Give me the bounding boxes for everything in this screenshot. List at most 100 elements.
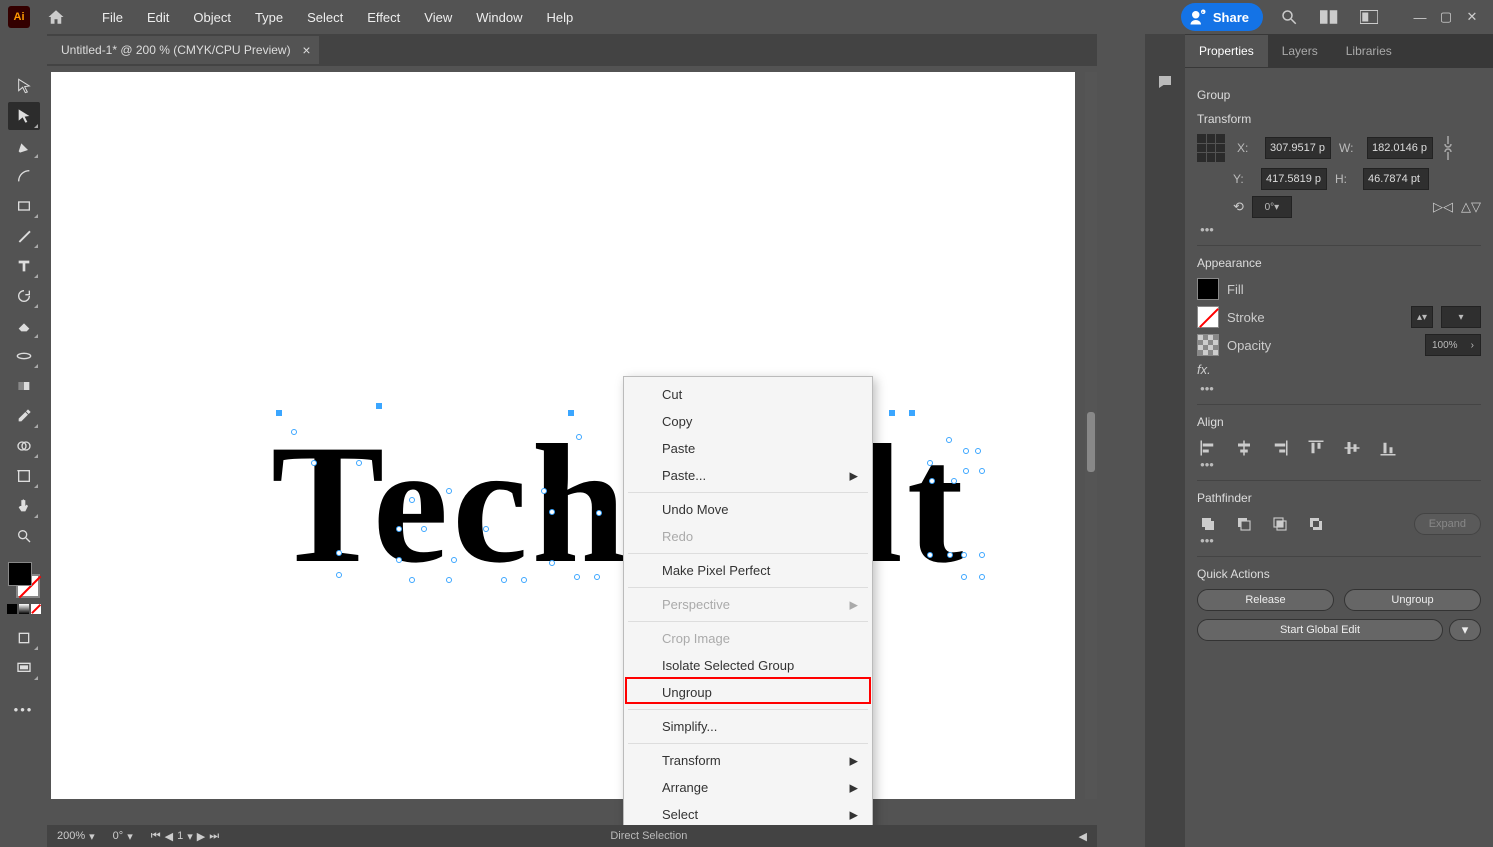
stroke-swatch[interactable] bbox=[1197, 306, 1219, 328]
type-tool[interactable] bbox=[8, 252, 40, 280]
opacity-swatch[interactable] bbox=[1197, 334, 1219, 356]
anchor-point[interactable] bbox=[979, 574, 985, 580]
context-menu-item[interactable]: Select▶ bbox=[624, 801, 872, 828]
pen-tool[interactable] bbox=[8, 132, 40, 160]
hand-tool[interactable] bbox=[8, 492, 40, 520]
rotate-tool[interactable] bbox=[8, 282, 40, 310]
direct-selection-tool[interactable] bbox=[8, 102, 40, 130]
anchor-point[interactable] bbox=[929, 478, 935, 484]
menu-select[interactable]: Select bbox=[295, 2, 355, 33]
pathfinder-intersect-icon[interactable] bbox=[1269, 513, 1291, 535]
flip-vertical-icon[interactable]: △▽ bbox=[1461, 199, 1481, 215]
window-close[interactable]: ✕ bbox=[1459, 7, 1485, 27]
stroke-weight-dropdown[interactable]: ▾ bbox=[1441, 306, 1481, 328]
fill-swatch[interactable] bbox=[8, 562, 32, 586]
anchor-point[interactable] bbox=[396, 557, 402, 563]
anchor-point[interactable] bbox=[549, 509, 555, 515]
context-menu-item[interactable]: Simplify... bbox=[624, 713, 872, 740]
y-input[interactable] bbox=[1261, 168, 1327, 190]
search-icon[interactable] bbox=[1275, 3, 1303, 31]
menu-window[interactable]: Window bbox=[464, 2, 534, 33]
menu-edit[interactable]: Edit bbox=[135, 2, 181, 33]
anchor-point[interactable] bbox=[409, 497, 415, 503]
menu-file[interactable]: File bbox=[90, 2, 135, 33]
anchor-point[interactable] bbox=[483, 526, 489, 532]
context-menu-item[interactable]: Make Pixel Perfect bbox=[624, 557, 872, 584]
anchor-point[interactable] bbox=[909, 410, 915, 416]
context-menu-item[interactable]: Copy bbox=[624, 408, 872, 435]
anchor-point[interactable] bbox=[596, 510, 602, 516]
anchor-point[interactable] bbox=[979, 552, 985, 558]
release-button[interactable]: Release bbox=[1197, 589, 1334, 611]
anchor-point[interactable] bbox=[421, 526, 427, 532]
fill-stroke-swatches[interactable] bbox=[8, 562, 40, 598]
anchor-point[interactable] bbox=[376, 403, 382, 409]
rotate-value[interactable]: 0° bbox=[113, 830, 124, 842]
color-mode-none[interactable] bbox=[31, 604, 41, 614]
tab-layers[interactable]: Layers bbox=[1268, 35, 1332, 67]
align-bottom-icon[interactable] bbox=[1377, 437, 1399, 459]
anchor-point[interactable] bbox=[594, 574, 600, 580]
first-artboard-icon[interactable]: ⏮ bbox=[151, 830, 161, 843]
pathfinder-exclude-icon[interactable] bbox=[1305, 513, 1327, 535]
anchor-point[interactable] bbox=[568, 410, 574, 416]
ungroup-button[interactable]: Ungroup bbox=[1344, 589, 1481, 611]
anchor-point[interactable] bbox=[961, 552, 967, 558]
anchor-point[interactable] bbox=[446, 577, 452, 583]
share-button[interactable]: + Share bbox=[1181, 3, 1263, 31]
anchor-point[interactable] bbox=[946, 437, 952, 443]
arrange-documents-icon[interactable] bbox=[1315, 3, 1343, 31]
fx-label[interactable]: fx. bbox=[1197, 362, 1211, 377]
close-tab-icon[interactable]: × bbox=[302, 42, 310, 58]
fill-swatch[interactable] bbox=[1197, 278, 1219, 300]
stroke-weight-stepper[interactable]: ▴▾ bbox=[1411, 306, 1433, 328]
align-right-icon[interactable] bbox=[1269, 437, 1291, 459]
status-scroll-left[interactable]: ◀ bbox=[1079, 830, 1087, 843]
vertical-scrollbar[interactable] bbox=[1085, 72, 1097, 799]
window-maximize[interactable]: ▢ bbox=[1433, 7, 1459, 27]
gradient-tool[interactable] bbox=[8, 372, 40, 400]
anchor-point[interactable] bbox=[291, 429, 297, 435]
tab-libraries[interactable]: Libraries bbox=[1332, 35, 1406, 67]
align-top-icon[interactable] bbox=[1305, 437, 1327, 459]
anchor-point[interactable] bbox=[501, 577, 507, 583]
x-input[interactable] bbox=[1265, 137, 1331, 159]
align-center-h-icon[interactable] bbox=[1233, 437, 1255, 459]
context-menu-item[interactable]: Paste bbox=[624, 435, 872, 462]
anchor-point[interactable] bbox=[276, 410, 282, 416]
shape-builder-tool[interactable] bbox=[8, 432, 40, 460]
context-menu-item[interactable]: Ungroup bbox=[624, 679, 872, 706]
selection-tool[interactable] bbox=[8, 72, 40, 100]
artboard[interactable]: TechCult bbox=[51, 72, 1075, 799]
menu-help[interactable]: Help bbox=[534, 2, 585, 33]
edit-toolbar[interactable]: ••• bbox=[14, 702, 34, 717]
tab-properties[interactable]: Properties bbox=[1185, 35, 1268, 67]
appearance-more-icon[interactable]: ••• bbox=[1197, 381, 1217, 396]
anchor-point[interactable] bbox=[975, 448, 981, 454]
anchor-point[interactable] bbox=[521, 577, 527, 583]
home-icon[interactable] bbox=[42, 3, 70, 31]
color-mode-solid[interactable] bbox=[7, 604, 17, 614]
pathfinder-more-icon[interactable]: ••• bbox=[1197, 533, 1217, 548]
align-center-v-icon[interactable] bbox=[1341, 437, 1363, 459]
pathfinder-unite-icon[interactable] bbox=[1197, 513, 1219, 535]
scrollbar-thumb[interactable] bbox=[1087, 412, 1095, 472]
last-artboard-icon[interactable]: ⏭ bbox=[209, 830, 219, 843]
eyedropper-tool[interactable] bbox=[8, 402, 40, 430]
next-artboard-icon[interactable]: ▶ bbox=[197, 830, 205, 843]
anchor-point[interactable] bbox=[549, 560, 555, 566]
anchor-point[interactable] bbox=[979, 468, 985, 474]
zoom-value[interactable]: 200% bbox=[57, 830, 85, 842]
anchor-point[interactable] bbox=[409, 577, 415, 583]
anchor-point[interactable] bbox=[927, 460, 933, 466]
document-tab[interactable]: Untitled-1* @ 200 % (CMYK/CPU Preview) × bbox=[47, 36, 319, 64]
anchor-point[interactable] bbox=[541, 488, 547, 494]
opacity-input[interactable]: 100%› bbox=[1425, 334, 1481, 356]
anchor-point[interactable] bbox=[963, 448, 969, 454]
window-minimize[interactable]: — bbox=[1407, 7, 1433, 27]
anchor-point[interactable] bbox=[356, 460, 362, 466]
anchor-point[interactable] bbox=[446, 488, 452, 494]
anchor-point[interactable] bbox=[451, 557, 457, 563]
start-global-edit-dropdown[interactable]: ▾ bbox=[1449, 619, 1481, 641]
context-menu-item[interactable]: Undo Move bbox=[624, 496, 872, 523]
